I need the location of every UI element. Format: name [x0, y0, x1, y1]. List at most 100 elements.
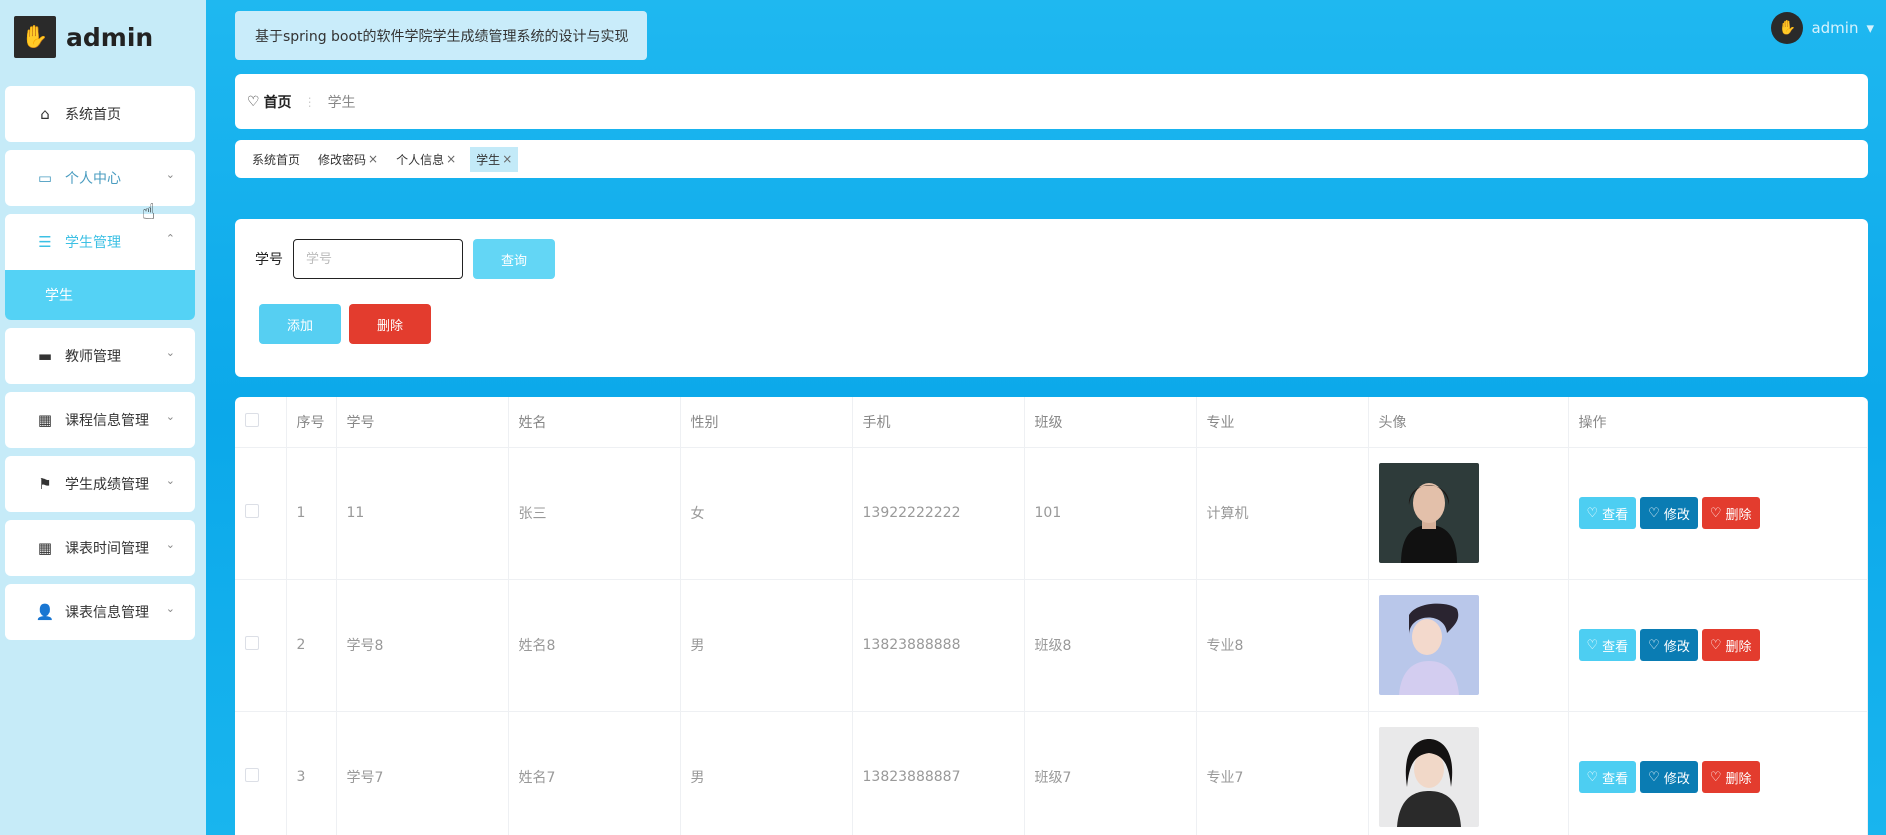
- sidebar-item-schedule-info[interactable]: 👤 课表信息管理 ⌄: [5, 584, 195, 640]
- edit-button[interactable]: ♡ 修改: [1640, 497, 1698, 529]
- column-header: 专业: [1196, 397, 1369, 448]
- view-label: 查看: [1602, 771, 1629, 787]
- student-id-input[interactable]: [293, 239, 463, 279]
- view-label: 查看: [1602, 639, 1629, 655]
- tag-student[interactable]: 学生 ×: [470, 146, 519, 172]
- cell-name: 张三: [508, 447, 681, 580]
- column-header: 班级: [1024, 397, 1197, 448]
- sidebar-item-label: 课表时间管理: [65, 541, 149, 557]
- cell-name: 姓名8: [508, 579, 681, 712]
- close-icon[interactable]: ×: [446, 152, 456, 166]
- view-button[interactable]: ♡ 查看: [1578, 761, 1637, 793]
- tag-personal-info[interactable]: 个人信息 ×: [392, 147, 460, 172]
- edit-button[interactable]: ♡ 修改: [1640, 761, 1698, 793]
- batch-delete-button[interactable]: 删除: [349, 304, 432, 344]
- sidebar-menu: ⌂ 系统首页 ▭ 个人中心 ⌄ ☰ 学生管理 ⌃ 学生 ▬ 教师管理 ⌄ ▦ 课…: [5, 86, 195, 648]
- chevron-down-icon: ⌄: [165, 346, 175, 359]
- edit-label: 修改: [1663, 771, 1690, 787]
- close-icon[interactable]: ×: [502, 152, 512, 166]
- heart-icon: ♡: [1709, 637, 1722, 653]
- sidebar-item-label: 个人中心: [65, 171, 121, 187]
- sidebar-item-score-management[interactable]: ⚑ 学生成绩管理 ⌄: [5, 456, 195, 512]
- column-header: 序号: [286, 397, 337, 448]
- sidebar-item-course-info[interactable]: ▦ 课程信息管理 ⌄: [5, 392, 195, 448]
- search-row: 学号 查询: [255, 239, 556, 279]
- select-all-checkbox[interactable]: [245, 412, 259, 427]
- query-button[interactable]: 查询: [473, 239, 556, 279]
- sidebar-item-label: 课程信息管理: [65, 413, 149, 429]
- heart-icon: ♡: [1586, 505, 1599, 521]
- sidebar-item-label: 学生管理: [65, 235, 121, 251]
- student-table-panel: 序号 学号 姓名 性别 手机 班级 专业 头像 操作 1 11 张三 女 139…: [235, 397, 1868, 835]
- student-avatar: [1378, 463, 1479, 563]
- heart-icon: ♡: [1586, 637, 1599, 653]
- tag-label: 系统首页: [252, 152, 301, 167]
- cell-student-id: 学号7: [336, 711, 509, 835]
- column-header: 头像: [1368, 397, 1569, 448]
- caret-down-icon: ▾: [1866, 19, 1874, 37]
- table-row: 1 11 张三 女 13922222222 101 计算机 ♡ 查看 ♡ 修改 …: [235, 447, 1868, 580]
- list-icon: ☰: [38, 233, 52, 251]
- tag-change-password[interactable]: 修改密码 ×: [314, 147, 382, 172]
- tag-home[interactable]: 系统首页: [248, 147, 304, 172]
- user-menu[interactable]: ✋ admin ▾: [1771, 12, 1874, 44]
- breadcrumb-home[interactable]: ♡ 首页: [247, 92, 292, 112]
- cell-major: 专业8: [1196, 579, 1369, 712]
- cell-gender: 女: [680, 447, 853, 580]
- cell-phone: 13823888888: [852, 579, 1025, 712]
- cell-no: 3: [286, 711, 337, 835]
- user-icon: 👤: [35, 603, 55, 621]
- cell-class: 班级7: [1024, 711, 1197, 835]
- student-table: 序号 学号 姓名 性别 手机 班级 专业 头像 操作 1 11 张三 女 139…: [235, 397, 1868, 835]
- view-button[interactable]: ♡ 查看: [1578, 497, 1637, 529]
- sidebar-item-schedule-time[interactable]: ▦ 课表时间管理 ⌄: [5, 520, 195, 576]
- cell-student-id: 学号8: [336, 579, 509, 712]
- row-checkbox[interactable]: [245, 768, 259, 782]
- column-header: 手机: [852, 397, 1025, 448]
- sidebar-item-student-management[interactable]: ☰ 学生管理 ⌃: [5, 214, 195, 270]
- row-checkbox[interactable]: [245, 504, 259, 518]
- grid-icon: ▦: [37, 539, 53, 557]
- grid-icon: ▦: [37, 411, 53, 429]
- cell-gender: 男: [680, 579, 853, 712]
- heart-icon: ♡: [1586, 769, 1599, 785]
- add-button[interactable]: 添加: [259, 304, 342, 344]
- table-header-row: 序号 学号 姓名 性别 手机 班级 专业 头像 操作: [235, 397, 1868, 448]
- delete-button[interactable]: ♡ 删除: [1701, 497, 1760, 529]
- column-header: 操作: [1568, 397, 1868, 448]
- heart-icon: ♡: [1648, 505, 1660, 521]
- card-icon: ▭: [37, 169, 53, 187]
- user-name: admin: [1811, 19, 1859, 37]
- hand-cursor-icon: ☝: [142, 200, 156, 225]
- row-actions: ♡ 查看 ♡ 修改 ♡ 删除: [1578, 629, 1868, 661]
- heart-icon: ♡: [1709, 505, 1722, 521]
- chevron-down-icon: ⌄: [165, 538, 175, 551]
- breadcrumb-current: 学生: [327, 94, 356, 111]
- edit-label: 修改: [1663, 639, 1690, 655]
- sidebar-item-label: 课表信息管理: [65, 605, 149, 621]
- sidebar-subitem-student[interactable]: 学生: [5, 270, 195, 320]
- sidebar-item-teacher-management[interactable]: ▬ 教师管理 ⌄: [5, 328, 195, 384]
- search-panel: 学号 查询 添加 删除: [235, 219, 1868, 377]
- edit-button[interactable]: ♡ 修改: [1640, 629, 1698, 661]
- sidebar-item-personal-center[interactable]: ▭ 个人中心 ⌄: [5, 150, 195, 206]
- chevron-down-icon: ⌄: [165, 474, 175, 487]
- close-icon[interactable]: ×: [368, 152, 378, 166]
- student-avatar: [1378, 727, 1479, 827]
- cell-major: 专业7: [1196, 711, 1369, 835]
- heart-icon: ♡: [1648, 637, 1660, 653]
- system-title: 基于spring boot的软件学院学生成绩管理系统的设计与实现: [235, 11, 647, 60]
- sidebar-item-home[interactable]: ⌂ 系统首页: [5, 86, 195, 142]
- view-button[interactable]: ♡ 查看: [1578, 629, 1637, 661]
- cell-class: 班级8: [1024, 579, 1197, 712]
- sidebar-group-student: ☰ 学生管理 ⌃ 学生: [5, 214, 195, 320]
- main-content: 基于spring boot的软件学院学生成绩管理系统的设计与实现 ✋ admin…: [206, 0, 1886, 835]
- tag-label: 学生: [476, 152, 501, 167]
- action-row: 添加 删除: [259, 304, 432, 344]
- delete-button[interactable]: ♡ 删除: [1701, 761, 1760, 793]
- home-icon: ⌂: [40, 105, 50, 123]
- flag-icon: ⚑: [38, 475, 52, 493]
- delete-button[interactable]: ♡ 删除: [1701, 629, 1760, 661]
- sidebar-item-label: 系统首页: [65, 107, 121, 123]
- row-checkbox[interactable]: [245, 636, 259, 650]
